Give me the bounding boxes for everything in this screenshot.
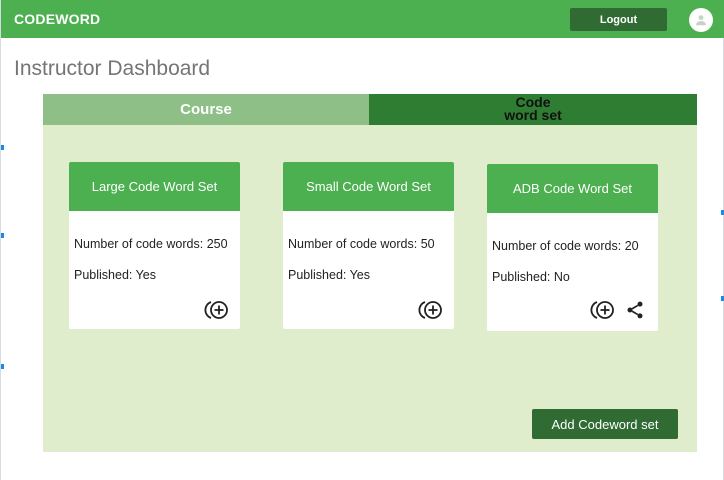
person-icon: [696, 15, 706, 26]
card-published-status: Published: Yes: [288, 268, 371, 282]
card-actions: [418, 299, 444, 321]
tab-code-word-set-label: Code word set: [504, 94, 562, 123]
avatar[interactable]: [689, 8, 713, 32]
app-window: CODEWORD Logout Instructor Dashboard Cou…: [0, 0, 724, 480]
brand-title: CODEWORD: [14, 11, 101, 27]
add-codeword-set-button[interactable]: Add Codeword set: [532, 409, 678, 439]
card-published-status: Published: No: [492, 270, 570, 284]
edge-marker: [1, 364, 4, 369]
add-icon[interactable]: [590, 299, 616, 321]
card-title: ADB Code Word Set: [487, 164, 658, 213]
card-word-count: Number of code words: 50: [288, 237, 435, 251]
dashboard-panel: Course Code word set Large Code Word Set…: [43, 94, 697, 452]
top-app-bar: CODEWORD Logout: [1, 0, 724, 38]
tab-code-word-set[interactable]: Code word set: [369, 94, 697, 125]
card-published-status: Published: Yes: [74, 268, 157, 282]
page-title: Instructor Dashboard: [14, 57, 211, 80]
codeword-set-card: Small Code Word Set Number of code words…: [283, 162, 454, 329]
codeword-set-card: ADB Code Word Set Number of code words: …: [487, 164, 658, 331]
logout-button[interactable]: Logout: [570, 8, 667, 31]
edge-marker: [1, 145, 4, 150]
codeword-set-card: Large Code Word Set Number of code words…: [69, 162, 240, 329]
add-icon[interactable]: [204, 299, 230, 321]
add-icon[interactable]: [418, 299, 444, 321]
card-title: Large Code Word Set: [69, 162, 240, 211]
tab-course[interactable]: Course: [43, 94, 369, 125]
edge-marker: [1, 233, 4, 238]
tab-course-label: Course: [180, 101, 232, 118]
card-title: Small Code Word Set: [283, 162, 454, 211]
share-icon[interactable]: [622, 299, 648, 321]
card-actions: [590, 299, 648, 321]
card-word-count: Number of code words: 250: [74, 237, 228, 251]
card-actions: [204, 299, 230, 321]
card-word-count: Number of code words: 20: [492, 239, 639, 253]
tab-bar: Course Code word set: [43, 94, 697, 125]
